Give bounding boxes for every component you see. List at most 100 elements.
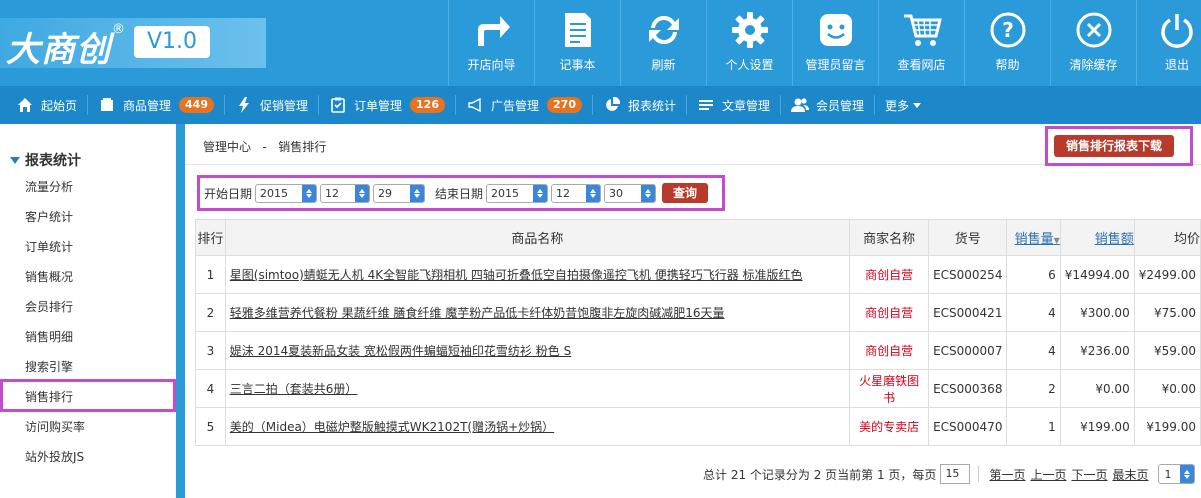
product-link[interactable]: 轻雅多维营养代餐粉 果蔬纤维 膳食纤维 魔芋粉产品低卡纤体奶昔饱腹非左旋肉碱减肥… bbox=[230, 306, 725, 320]
nav-label: 更多 bbox=[885, 98, 910, 113]
sidebar-item-member-ranking[interactable]: 会员排行 bbox=[25, 298, 73, 315]
end-month-select[interactable]: 12 bbox=[551, 183, 602, 203]
start-month-select[interactable]: 12 bbox=[320, 183, 371, 203]
start-date-label: 开始日期 bbox=[204, 186, 253, 201]
sidebar-item-sales-overview[interactable]: 销售概况 bbox=[25, 268, 73, 285]
sidebar-item-sales-detail[interactable]: 销售明细 bbox=[25, 328, 73, 345]
version-badge: V1.0 bbox=[134, 26, 210, 58]
refresh-icon bbox=[642, 10, 686, 50]
cell-product-name: 美的（Midea）电磁炉整版触摸式WK2102T(赠汤锅+炒锅） bbox=[224, 407, 851, 446]
prev-page-link[interactable]: 上一页 bbox=[1030, 466, 1066, 483]
tool-shop-guide[interactable]: 开店向导 bbox=[448, 0, 534, 86]
tool-logout[interactable]: 退出 bbox=[1136, 0, 1201, 86]
select-value: 2015 bbox=[260, 186, 289, 200]
breadcrumb-root[interactable]: 管理中心 bbox=[203, 140, 251, 154]
tool-clear-cache[interactable]: 清除缓存 bbox=[1050, 0, 1136, 86]
pie-chart-icon bbox=[603, 96, 621, 114]
nav-members[interactable]: 会员管理 bbox=[791, 86, 874, 124]
sidebar-item-visit-purchase-rate[interactable]: 访问购买率 bbox=[25, 418, 85, 435]
nav-label: 报表统计 bbox=[627, 98, 676, 113]
col-shop-name: 商家名称 bbox=[849, 219, 930, 256]
cell-rank: 3 bbox=[195, 331, 226, 370]
nav-goods[interactable]: 商品管理 449 bbox=[98, 86, 224, 124]
tool-notepad[interactable]: 记事本 bbox=[534, 0, 620, 86]
sidebar-item-sales-ranking[interactable]: 销售排行 bbox=[25, 388, 73, 405]
per-page-input[interactable]: 15 bbox=[940, 464, 971, 484]
nav-divider bbox=[455, 95, 456, 115]
col-sales-qty-sort[interactable]: 销售量▼ bbox=[1006, 219, 1061, 256]
sidebar-section-title[interactable]: 报表统计 bbox=[10, 150, 81, 170]
sidebar: 报表统计 流量分析 客户统计 订单统计 销售概况 会员排行 销售明细 搜索引擎 … bbox=[0, 124, 184, 498]
nav-divider bbox=[874, 95, 876, 115]
col-sales-qty-label: 销售量 bbox=[1014, 232, 1054, 247]
orders-count-badge: 126 bbox=[410, 97, 445, 113]
cell-rank: 4 bbox=[195, 369, 226, 408]
tool-refresh[interactable]: 刷新 bbox=[620, 0, 706, 86]
cell-sku: ECS000007 bbox=[928, 331, 1008, 370]
nav-reports[interactable]: 报表统计 bbox=[603, 86, 686, 124]
cell-sales-qty: 4 bbox=[1006, 293, 1061, 332]
end-day-select[interactable]: 30 bbox=[604, 183, 657, 203]
end-date-label: 结束日期 bbox=[435, 186, 484, 201]
cell-sales-amount: ¥0.00 bbox=[1059, 369, 1135, 408]
megaphone-icon bbox=[466, 96, 484, 114]
sidebar-divider-strip bbox=[176, 124, 185, 498]
tool-label: 刷新 bbox=[651, 58, 676, 72]
cell-sales-qty: 6 bbox=[1006, 255, 1061, 294]
product-link[interactable]: 三言二拍（套装共6册） bbox=[230, 382, 358, 396]
first-page-link[interactable]: 第一页 bbox=[989, 466, 1025, 483]
table-row: 3 媞沫 2014夏装新品女装 宽松假两件蝙蝠短袖印花雪纺衫 粉色 S 商创自营 EC… bbox=[195, 331, 1201, 370]
tool-personal-settings[interactable]: 个人设置 bbox=[706, 0, 792, 86]
select-arrows-icon bbox=[1179, 465, 1194, 483]
select-value: 2015 bbox=[491, 186, 520, 200]
nav-articles[interactable]: 文章管理 bbox=[697, 86, 780, 124]
query-button[interactable]: 查询 bbox=[662, 183, 709, 203]
cell-avg-price: ¥2499.00 bbox=[1133, 255, 1201, 294]
col-sales-amount-sort[interactable]: 销售额 bbox=[1059, 219, 1135, 256]
tool-label: 帮助 bbox=[995, 58, 1020, 72]
cell-sku: ECS000421 bbox=[928, 293, 1008, 332]
tool-label: 个人设置 bbox=[725, 58, 774, 72]
nav-more[interactable]: 更多 bbox=[885, 86, 931, 124]
cell-rank: 5 bbox=[195, 407, 226, 446]
help-icon: ? bbox=[986, 10, 1030, 50]
nav-orders[interactable]: 订单管理 126 bbox=[329, 86, 455, 124]
cell-sku: ECS000470 bbox=[928, 407, 1008, 446]
nav-ads[interactable]: 广告管理 270 bbox=[466, 86, 592, 124]
gear-icon bbox=[728, 10, 772, 50]
product-link[interactable]: 美的（Midea）电磁炉整版触摸式WK2102T(赠汤锅+炒锅） bbox=[230, 420, 554, 434]
last-page-link[interactable]: 最末页 bbox=[1112, 466, 1148, 483]
nav-promotion[interactable]: 促销管理 bbox=[235, 86, 318, 124]
product-link[interactable]: 媞沫 2014夏装新品女装 宽松假两件蝙蝠短袖印花雪纺衫 粉色 S bbox=[230, 344, 571, 358]
cell-rank: 1 bbox=[195, 255, 226, 294]
tool-help[interactable]: ? 帮助 bbox=[964, 0, 1050, 86]
tool-view-shop[interactable]: 查看网店 bbox=[878, 0, 964, 86]
cell-sales-qty: 4 bbox=[1006, 331, 1061, 370]
sort-down-icon: ▼ bbox=[1053, 236, 1060, 245]
start-year-select[interactable]: 2015 bbox=[255, 183, 318, 203]
page-select[interactable]: 1 bbox=[1157, 464, 1195, 484]
sidebar-item-search-engine[interactable]: 搜索引擎 bbox=[25, 358, 73, 375]
next-page-link[interactable]: 下一页 bbox=[1071, 466, 1107, 483]
select-arrows-icon bbox=[410, 184, 425, 202]
nav-home[interactable]: 起始页 bbox=[16, 86, 87, 124]
tool-admin-message[interactable]: 管理员留言 bbox=[792, 0, 878, 86]
clear-cache-icon bbox=[1072, 10, 1116, 50]
select-value: 29 bbox=[378, 186, 393, 200]
cell-sales-qty: 1 bbox=[1006, 407, 1061, 446]
cell-product-name: 媞沫 2014夏装新品女装 宽松假两件蝙蝠短袖印花雪纺衫 粉色 S bbox=[224, 331, 851, 370]
download-report-button[interactable]: 销售排行报表下载 bbox=[1054, 135, 1174, 157]
sidebar-item-orders[interactable]: 订单统计 bbox=[25, 238, 73, 255]
cell-shop-name: 商创自营 bbox=[849, 293, 930, 332]
end-year-select[interactable]: 2015 bbox=[486, 183, 549, 203]
cell-avg-price: ¥59.00 bbox=[1133, 331, 1201, 370]
start-day-select[interactable]: 29 bbox=[373, 183, 426, 203]
product-link[interactable]: 星图(simtoo)蜻蜓无人机 4K全智能飞翔相机 四轴可折叠低空自拍摄像遥控飞… bbox=[230, 268, 803, 282]
sidebar-item-traffic[interactable]: 流量分析 bbox=[25, 178, 73, 195]
nav-divider bbox=[318, 95, 320, 115]
cart-icon bbox=[900, 10, 944, 50]
cell-sales-amount: ¥300.00 bbox=[1059, 293, 1135, 332]
sidebar-item-customers[interactable]: 客户统计 bbox=[25, 208, 73, 225]
sidebar-item-external-js[interactable]: 站外投放JS bbox=[25, 448, 84, 465]
nav-label: 起始页 bbox=[41, 98, 78, 113]
